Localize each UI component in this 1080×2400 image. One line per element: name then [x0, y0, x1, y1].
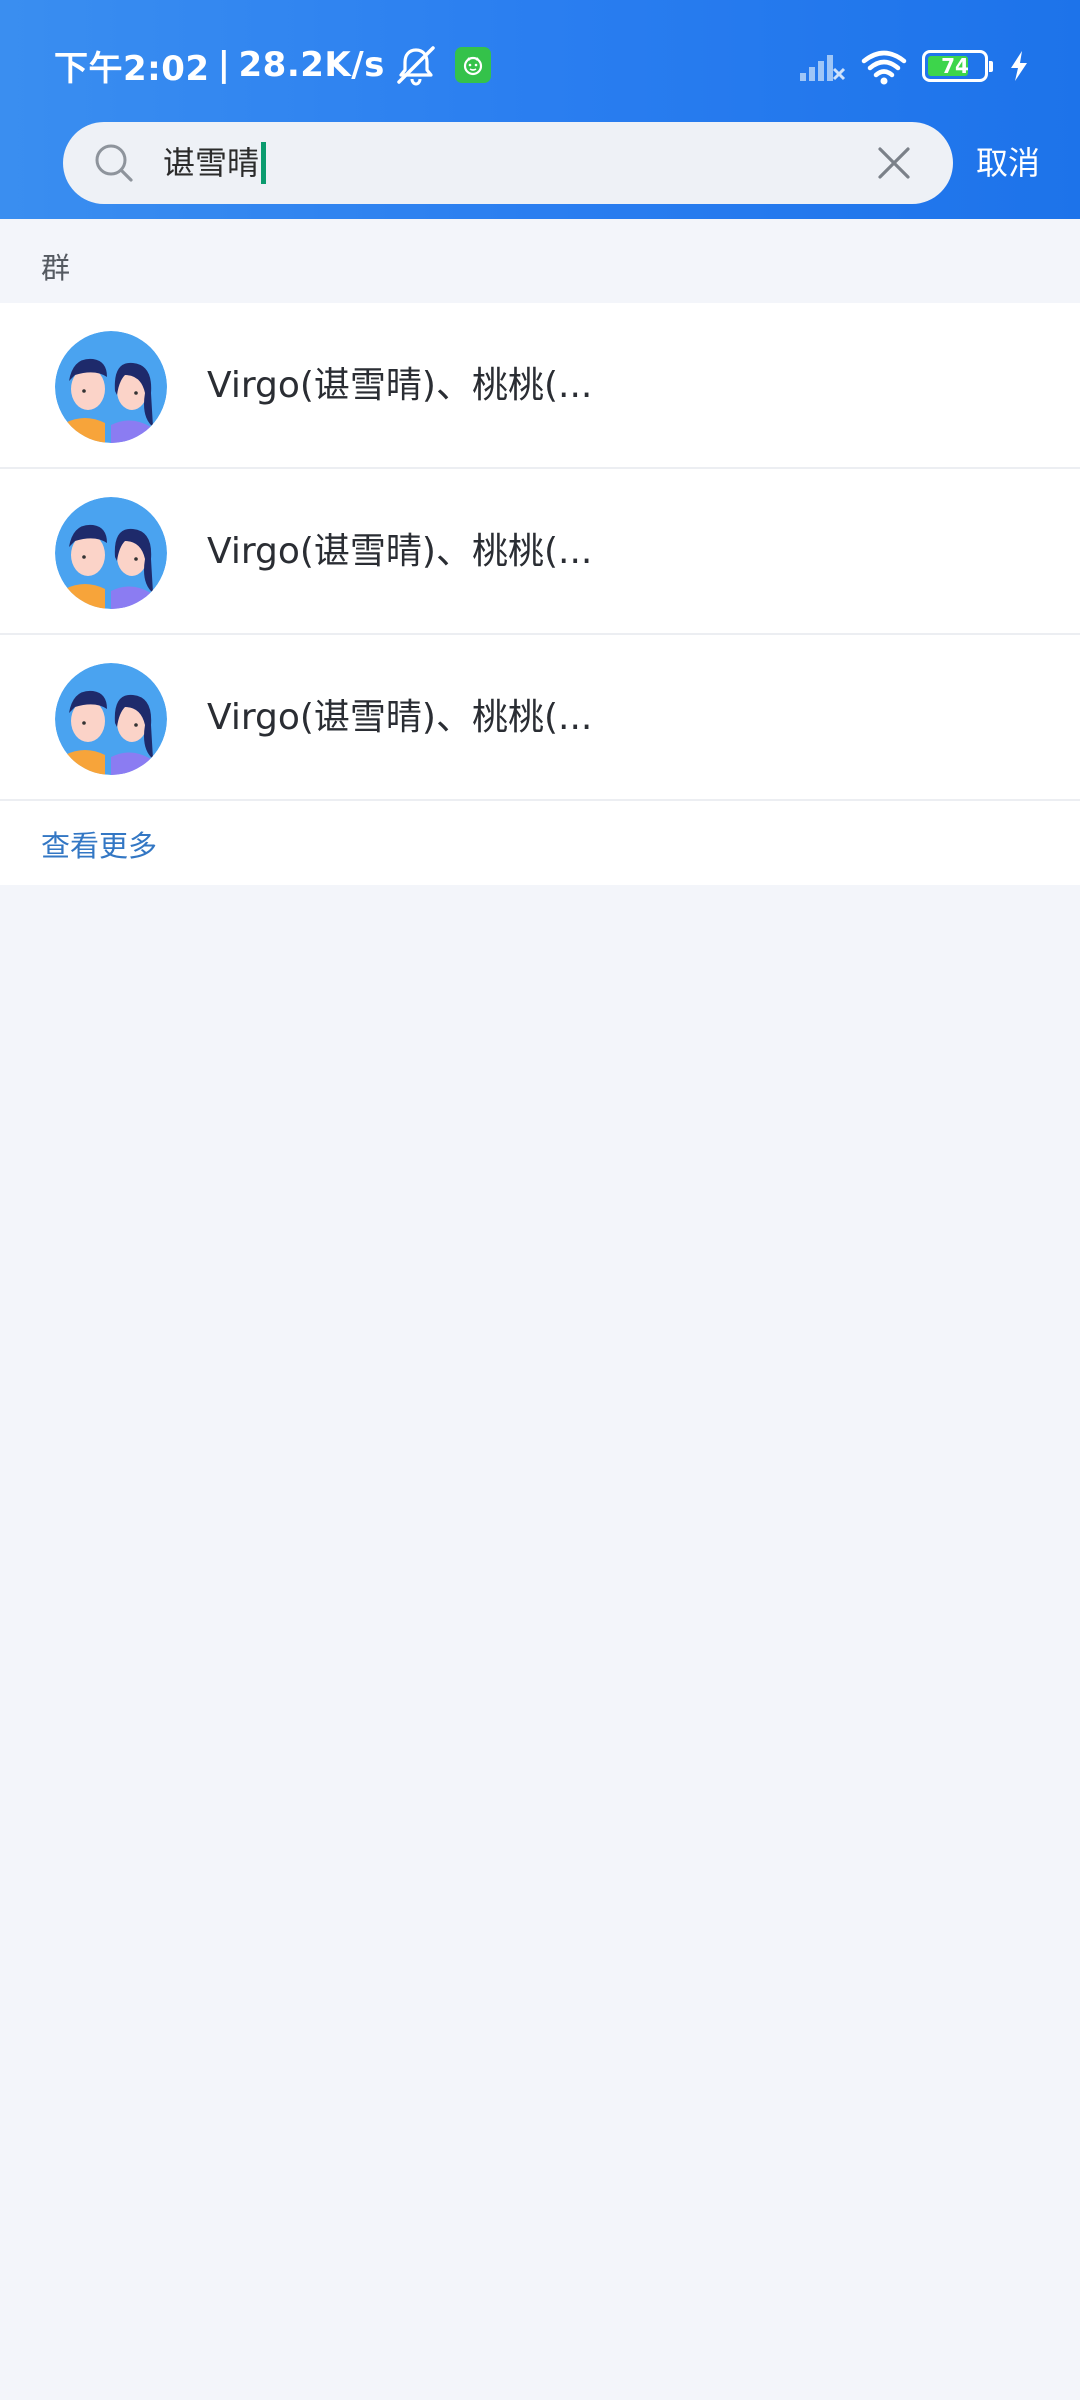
status-left: 下午2:02 | 28.2K/s — [54, 40, 491, 90]
status-time: 下午2:02 — [54, 48, 210, 89]
wifi-icon — [861, 50, 907, 85]
group-name: Virgo(谌雪晴)、桃桃(... — [207, 531, 593, 572]
list-item[interactable]: Virgo(谌雪晴)、桃桃(... — [0, 469, 1080, 635]
see-more-row: 查看更多 — [0, 801, 1080, 885]
group-name: Virgo(谌雪晴)、桃桃(... — [207, 697, 593, 738]
clear-icon[interactable] — [877, 146, 911, 180]
search-value-wrap: 谌雪晴 — [163, 139, 267, 187]
battery-level: 74 — [941, 54, 969, 78]
group-name: Virgo(谌雪晴)、桃桃(... — [207, 365, 593, 406]
group-avatar — [55, 331, 167, 443]
group-avatar — [55, 663, 167, 775]
list-item[interactable]: Virgo(谌雪晴)、桃桃(... — [0, 303, 1080, 469]
results-list: Virgo(谌雪晴)、桃桃(... Virgo(谌雪晴)、桃桃(... Virg… — [0, 303, 1080, 885]
battery-icon: 74 — [922, 50, 993, 82]
net-speed: 28.2K/s — [238, 45, 385, 85]
search-icon — [95, 144, 133, 182]
search-input[interactable]: 谌雪晴 — [63, 122, 953, 204]
section-label-groups: 群 — [41, 251, 71, 285]
charging-bolt-icon — [1011, 51, 1027, 81]
status-separator: | — [217, 45, 231, 85]
cancel-button[interactable]: 取消 — [976, 135, 1040, 191]
signal-icon — [800, 55, 846, 81]
search-value: 谌雪晴 — [163, 144, 260, 182]
bell-muted-icon — [397, 46, 435, 86]
group-avatar — [55, 497, 167, 609]
list-item[interactable]: Virgo(谌雪晴)、桃桃(... — [0, 635, 1080, 801]
app-notification-icon — [454, 47, 491, 83]
text-caret — [261, 142, 267, 184]
header: 下午2:02 | 28.2K/s 74 谌雪晴 取消 — [0, 0, 1080, 219]
status-right: 74 — [798, 42, 1030, 90]
status-bar: 下午2:02 | 28.2K/s 74 — [0, 0, 1080, 120]
see-more-link[interactable]: 查看更多 — [41, 823, 157, 865]
